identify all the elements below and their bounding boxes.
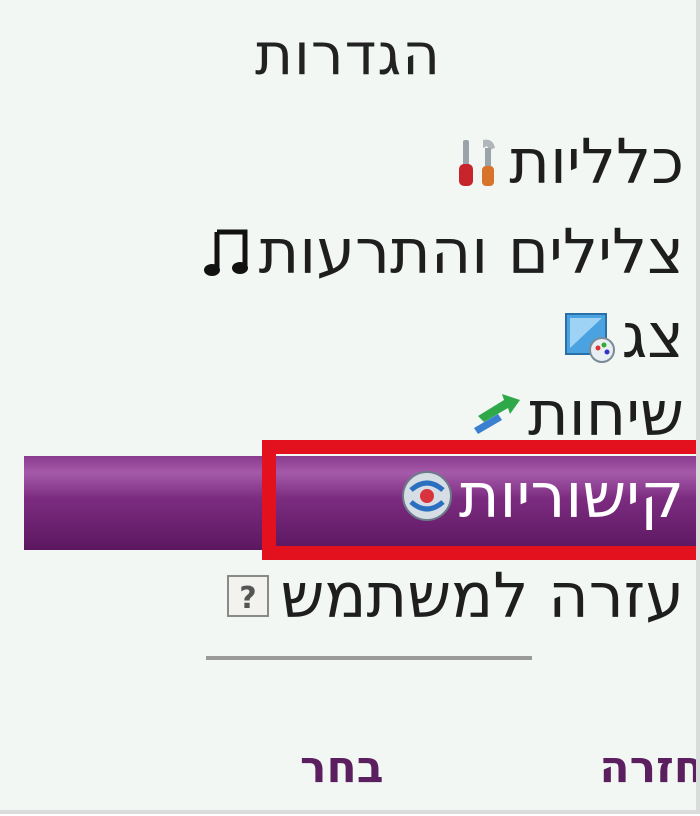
call-arrows-icon bbox=[464, 382, 528, 446]
annotation-highlight-frame bbox=[262, 440, 696, 560]
svg-text:?: ? bbox=[240, 581, 257, 616]
menu-item-label: עזרה למשתמש bbox=[280, 559, 684, 632]
help-icon: ? bbox=[216, 564, 280, 628]
display-icon bbox=[558, 304, 622, 368]
select-softkey[interactable]: בחר bbox=[300, 742, 384, 793]
menu-item-sounds-alerts[interactable]: צלילים והתרעות bbox=[195, 216, 690, 288]
phone-screen: הגדרות כלליות צלילים והתרעות צג שיחות קי… bbox=[0, 0, 700, 814]
menu-item-general[interactable]: כלליות bbox=[445, 126, 690, 198]
menu-item-label: צלילים והתרעות bbox=[258, 215, 684, 288]
menu-item-display[interactable]: צג bbox=[558, 300, 690, 372]
menu-item-label: כלליות bbox=[509, 125, 684, 198]
music-note-icon bbox=[195, 220, 259, 284]
menu-item-label: צג bbox=[621, 299, 684, 372]
page-title: הגדרות bbox=[254, 20, 442, 88]
divider bbox=[206, 656, 532, 660]
menu-item-label: שיחות bbox=[528, 377, 684, 450]
tools-icon bbox=[445, 130, 509, 194]
menu-item-user-help[interactable]: ? עזרה למשתמש bbox=[216, 560, 690, 632]
back-softkey[interactable]: חזרה bbox=[599, 742, 696, 793]
